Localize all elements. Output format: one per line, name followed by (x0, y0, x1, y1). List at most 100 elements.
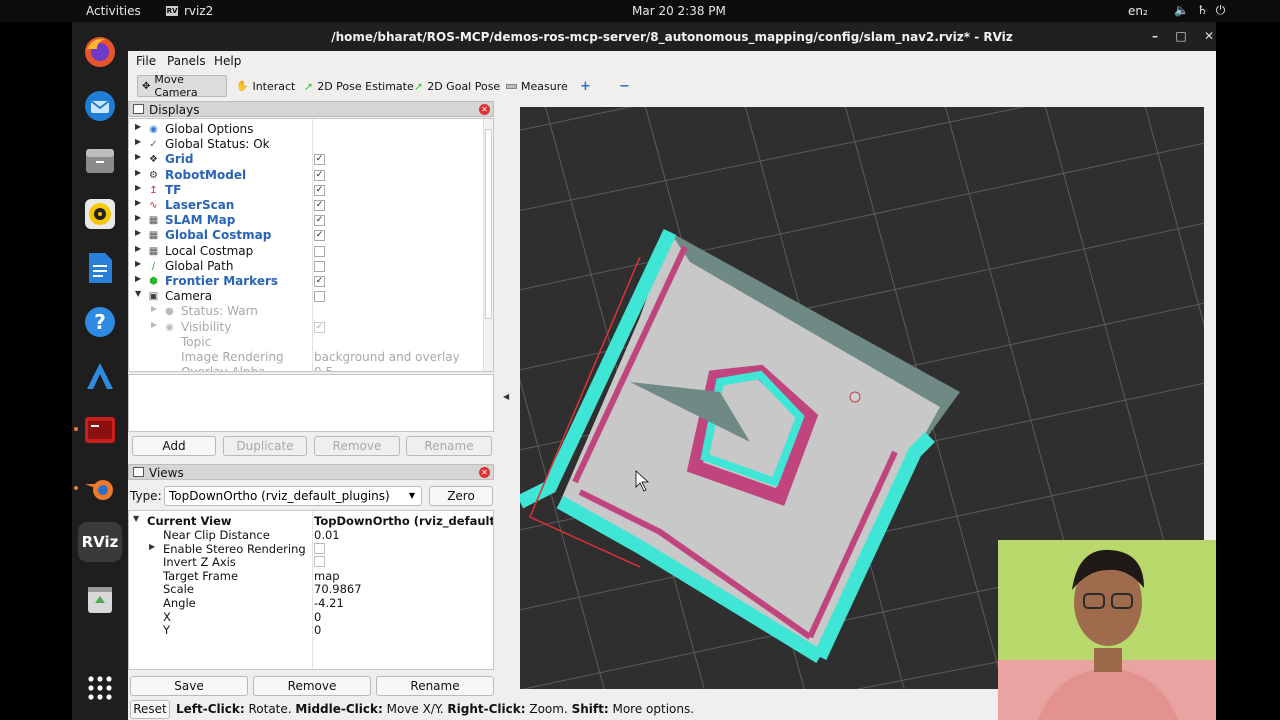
zero-button[interactable]: Zero (429, 486, 493, 506)
display-item-global-status-ok[interactable]: ▶ ✓ Global Status: Ok (129, 137, 493, 152)
view-prop-near-clip-distance[interactable]: Near Clip Distance 0.01 (129, 528, 493, 542)
menu-panels[interactable]: Panels (167, 54, 206, 68)
remove-view-button[interactable]: Remove (253, 676, 371, 696)
expand-arrow-icon[interactable]: ▶ (135, 259, 141, 268)
display-item-slam-map[interactable]: ▶ ▦ SLAM Map ✓ (129, 213, 493, 228)
current-view-row[interactable]: ▼ Current View TopDownOrtho (rviz_defaul… (129, 514, 493, 528)
expand-arrow-icon[interactable]: ▶ (135, 137, 141, 146)
collapse-panel-arrow[interactable]: ◀ (503, 392, 509, 401)
display-item-local-costmap[interactable]: ▶ ▦ Local Costmap (129, 244, 493, 259)
close-panel-icon[interactable]: ✕ (479, 467, 490, 478)
display-value[interactable]: background and overlay (314, 350, 460, 364)
view-prop-enable-stereo-rendering[interactable]: ▶ Enable Stereo Rendering (129, 542, 493, 556)
expand-arrow-icon[interactable]: ▶ (151, 320, 157, 329)
menu-help[interactable]: Help (214, 54, 241, 68)
enable-checkbox[interactable]: ✓ (314, 184, 325, 196)
display-item-frontier-markers[interactable]: ▶ ⬢ Frontier Markers ✓ (129, 274, 493, 289)
expand-arrow-icon[interactable]: ▼ (133, 514, 139, 523)
display-item-global-options[interactable]: ▶ ◉ Global Options (129, 122, 493, 137)
measure-tool[interactable]: Measure (502, 75, 572, 97)
view-prop-value[interactable]: 0 (314, 623, 321, 637)
rviz-icon[interactable]: RViz (78, 522, 122, 562)
add-display-button[interactable]: Add (132, 436, 216, 456)
firefox-icon[interactable] (80, 32, 120, 72)
files-icon[interactable] (80, 140, 120, 180)
display-item-laserscan[interactable]: ▶ ∿ LaserScan ✓ (129, 198, 493, 213)
enable-checkbox[interactable]: ✓ (314, 215, 325, 227)
view-prop-invert-z-axis[interactable]: Invert Z Axis (129, 555, 493, 569)
expand-arrow-icon[interactable]: ▶ (135, 198, 141, 207)
view-prop-target-frame[interactable]: Target Frame map (129, 569, 493, 583)
maximize-button[interactable]: □ (1172, 28, 1190, 46)
expand-arrow-icon[interactable]: ▶ (151, 304, 157, 313)
rename-display-button[interactable]: Rename (406, 436, 492, 456)
clock[interactable]: Mar 20 2:38 PM (632, 4, 726, 18)
save-view-button[interactable]: Save (130, 676, 248, 696)
close-panel-icon[interactable]: ✕ (479, 104, 490, 115)
display-item-topic[interactable]: Topic (129, 335, 493, 350)
enable-checkbox[interactable] (314, 245, 325, 257)
blender-icon[interactable] (80, 469, 120, 509)
display-item-camera[interactable]: ▼ ▣ Camera (129, 289, 493, 304)
expand-arrow-icon[interactable]: ▶ (135, 228, 141, 237)
app-menu[interactable]: RV rviz2 (166, 4, 213, 18)
view-prop-checkbox[interactable] (314, 542, 325, 554)
expand-arrow-icon[interactable]: ▶ (135, 274, 141, 283)
remove-tool-button[interactable]: − (615, 75, 634, 97)
expand-arrow-icon[interactable]: ▼ (135, 289, 141, 298)
display-item-tf[interactable]: ▶ ↥ TF ✓ (129, 183, 493, 198)
expand-arrow-icon[interactable]: ▶ (135, 122, 141, 131)
pose-estimate-tool[interactable]: ➚ 2D Pose Estimate (300, 75, 418, 97)
view-prop-value[interactable]: 0.01 (314, 528, 340, 542)
move-camera-tool[interactable]: ✥ Move Camera (137, 73, 227, 99)
display-item-image-rendering[interactable]: Image Rendering background and overlay (129, 350, 493, 365)
goal-pose-tool[interactable]: ➚ 2D Goal Pose (410, 75, 504, 97)
expand-arrow-icon[interactable]: ▶ (135, 183, 141, 192)
help-icon[interactable]: ? (80, 302, 120, 342)
expand-arrow-icon[interactable]: ▶ (149, 542, 155, 551)
view-prop-x[interactable]: X0 (129, 610, 493, 624)
close-button[interactable]: ✕ (1200, 28, 1218, 46)
display-item-overlay-alpha[interactable]: Overlay Alpha 0.5 (129, 365, 493, 371)
displays-tree[interactable]: ▶ ◉ Global Options ▶ ✓ Global Status: Ok ▶ ❖ Gri… (128, 118, 494, 372)
enable-checkbox[interactable]: ✓ (314, 169, 325, 181)
enable-checkbox[interactable]: ✓ (314, 276, 325, 287)
interact-tool[interactable]: ✋ Interact (232, 75, 299, 97)
display-item-robotmodel[interactable]: ▶ ⚙ RobotModel ✓ (129, 168, 493, 183)
view-prop-value[interactable]: -4.21 (314, 596, 344, 610)
view-prop-value[interactable]: map (314, 569, 340, 583)
enable-checkbox[interactable]: ✓ (314, 321, 325, 333)
enable-checkbox[interactable]: ✓ (314, 230, 325, 242)
reset-button[interactable]: Reset (130, 700, 170, 719)
display-value[interactable]: 0.5 (314, 365, 333, 371)
display-item-global-costmap[interactable]: ▶ ▦ Global Costmap ✓ (129, 228, 493, 243)
view-prop-value[interactable]: 70.9867 (314, 582, 362, 596)
view-prop-angle[interactable]: Angle -4.21 (129, 596, 493, 610)
rhythmbox-icon[interactable] (80, 194, 120, 234)
displays-panel-header[interactable]: Displays ✕ (128, 101, 494, 117)
title-bar[interactable]: /home/bharat/ROS-MCP/demos-ros-mcp-serve… (128, 22, 1216, 51)
enable-checkbox[interactable] (314, 260, 325, 272)
display-item-visibility[interactable]: ▶ ◉ Visibility ✓ (129, 320, 493, 335)
view-type-select[interactable]: TopDownOrtho (rviz_default_plugins) ▼ (164, 486, 422, 506)
remove-display-button[interactable]: Remove (314, 436, 400, 456)
enable-checkbox[interactable]: ✓ (314, 154, 325, 166)
activities-button[interactable]: Activities (86, 4, 141, 18)
views-panel-header[interactable]: Views ✕ (128, 464, 494, 480)
app-grid-icon[interactable] (80, 668, 120, 708)
app-icon[interactable] (80, 356, 120, 396)
terminal-icon[interactable] (80, 410, 120, 450)
views-tree[interactable]: ▼ Current View TopDownOrtho (rviz_defaul… (128, 510, 494, 670)
view-prop-value[interactable]: 0 (314, 610, 321, 624)
duplicate-display-button[interactable]: Duplicate (223, 436, 307, 456)
enable-checkbox[interactable] (314, 291, 325, 303)
add-tool-button[interactable]: + (576, 75, 595, 97)
view-prop-scale[interactable]: Scale 70.9867 (129, 582, 493, 596)
writer-icon[interactable] (80, 248, 120, 288)
trash-icon[interactable] (80, 578, 120, 618)
enable-checkbox[interactable]: ✓ (314, 200, 325, 211)
input-language[interactable]: en₂ (1128, 4, 1148, 18)
menu-file[interactable]: File (136, 54, 156, 68)
view-prop-y[interactable]: Y0 (129, 623, 493, 637)
rename-view-button[interactable]: Rename (376, 676, 494, 696)
